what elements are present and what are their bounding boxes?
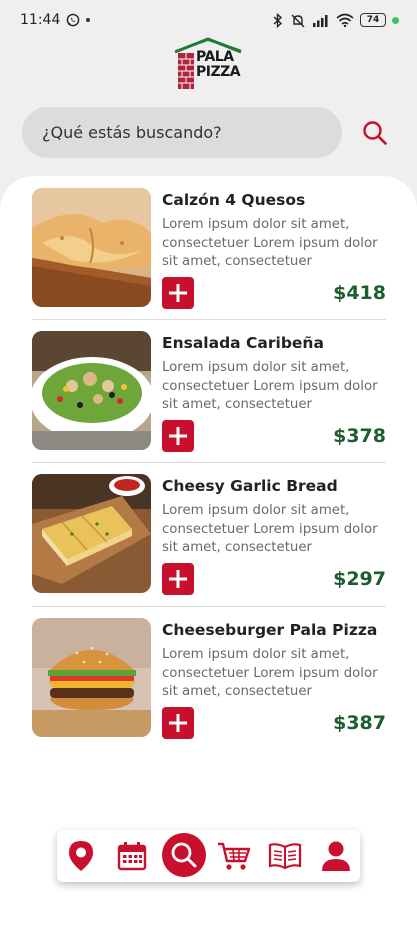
muted-bell-icon: [291, 14, 305, 27]
nav-calendar[interactable]: [112, 836, 152, 876]
product-name: Ensalada Caribeña: [162, 334, 324, 352]
status-time: 11:44: [20, 12, 61, 28]
status-bar: 11:44 74: [0, 0, 417, 40]
divider: [32, 462, 386, 463]
product-item[interactable]: Calzón 4 Quesos Lorem ipsum dolor sit am…: [32, 188, 386, 319]
pala-pizza-logo: PALA PIZZA: [172, 36, 244, 94]
search-input[interactable]: [42, 123, 342, 142]
nav-menu[interactable]: [265, 836, 305, 876]
product-description: Lorem ipsum dolor sit amet, consectetuer…: [162, 647, 378, 699]
product-description: Lorem ipsum dolor sit amet, consectetuer…: [162, 360, 378, 412]
plus-icon: [169, 714, 187, 732]
logo-line1: PALA: [196, 49, 234, 65]
search-icon: [171, 842, 197, 868]
product-name: Cheeseburger Pala Pizza: [162, 621, 378, 639]
product-price: $378: [333, 425, 386, 447]
add-to-cart-button[interactable]: [162, 707, 194, 739]
divider: [32, 319, 386, 320]
product-name: Calzón 4 Quesos: [162, 191, 306, 209]
add-to-cart-button[interactable]: [162, 420, 194, 452]
bottom-navigation: [57, 830, 360, 882]
product-description: Lorem ipsum dolor sit amet, consectetuer…: [162, 503, 378, 555]
search-icon: [363, 121, 387, 145]
battery-indicator: 74: [360, 13, 386, 27]
nav-search[interactable]: [162, 833, 206, 877]
add-to-cart-button[interactable]: [162, 277, 194, 309]
notification-dot: [86, 18, 91, 22]
product-item[interactable]: Cheesy Garlic Bread Lorem ipsum dolor si…: [32, 474, 386, 605]
plus-icon: [169, 284, 187, 302]
search-button[interactable]: [358, 116, 392, 150]
wifi-icon: [336, 13, 354, 27]
burger-image: [32, 618, 151, 737]
search-bar[interactable]: [22, 107, 342, 158]
charging-dot: [392, 16, 399, 24]
signal-icon: [313, 15, 328, 27]
garlic-bread-image: [32, 474, 151, 593]
status-left: 11:44: [20, 12, 91, 28]
product-price: $387: [333, 712, 386, 734]
product-price: $297: [333, 568, 386, 590]
calendar-icon: [117, 842, 147, 871]
product-item[interactable]: Ensalada Caribeña Lorem ipsum dolor sit …: [32, 331, 386, 462]
product-item[interactable]: Cheeseburger Pala Pizza Lorem ipsum dolo…: [32, 618, 386, 749]
add-to-cart-button[interactable]: [162, 563, 194, 595]
cart-icon: [218, 842, 251, 870]
whatsapp-icon: [67, 13, 80, 27]
plus-icon: [169, 427, 187, 445]
bluetooth-icon: [273, 12, 283, 28]
logo-line2: PIZZA: [196, 64, 241, 80]
nav-cart[interactable]: [214, 836, 254, 876]
nav-profile[interactable]: [316, 836, 356, 876]
salad-image: [32, 331, 151, 450]
plus-icon: [169, 570, 187, 588]
product-name: Cheesy Garlic Bread: [162, 477, 338, 495]
product-description: Lorem ipsum dolor sit amet, consectetuer…: [162, 217, 378, 269]
profile-icon: [322, 841, 350, 871]
logo-text: PALA PIZZA: [196, 49, 241, 80]
menu-book-icon: [268, 843, 302, 870]
calzone-image: [32, 188, 151, 307]
nav-location[interactable]: [61, 836, 101, 876]
product-price: $418: [333, 282, 386, 304]
status-right: 74: [272, 12, 399, 28]
divider: [32, 606, 386, 607]
location-icon: [69, 841, 93, 871]
